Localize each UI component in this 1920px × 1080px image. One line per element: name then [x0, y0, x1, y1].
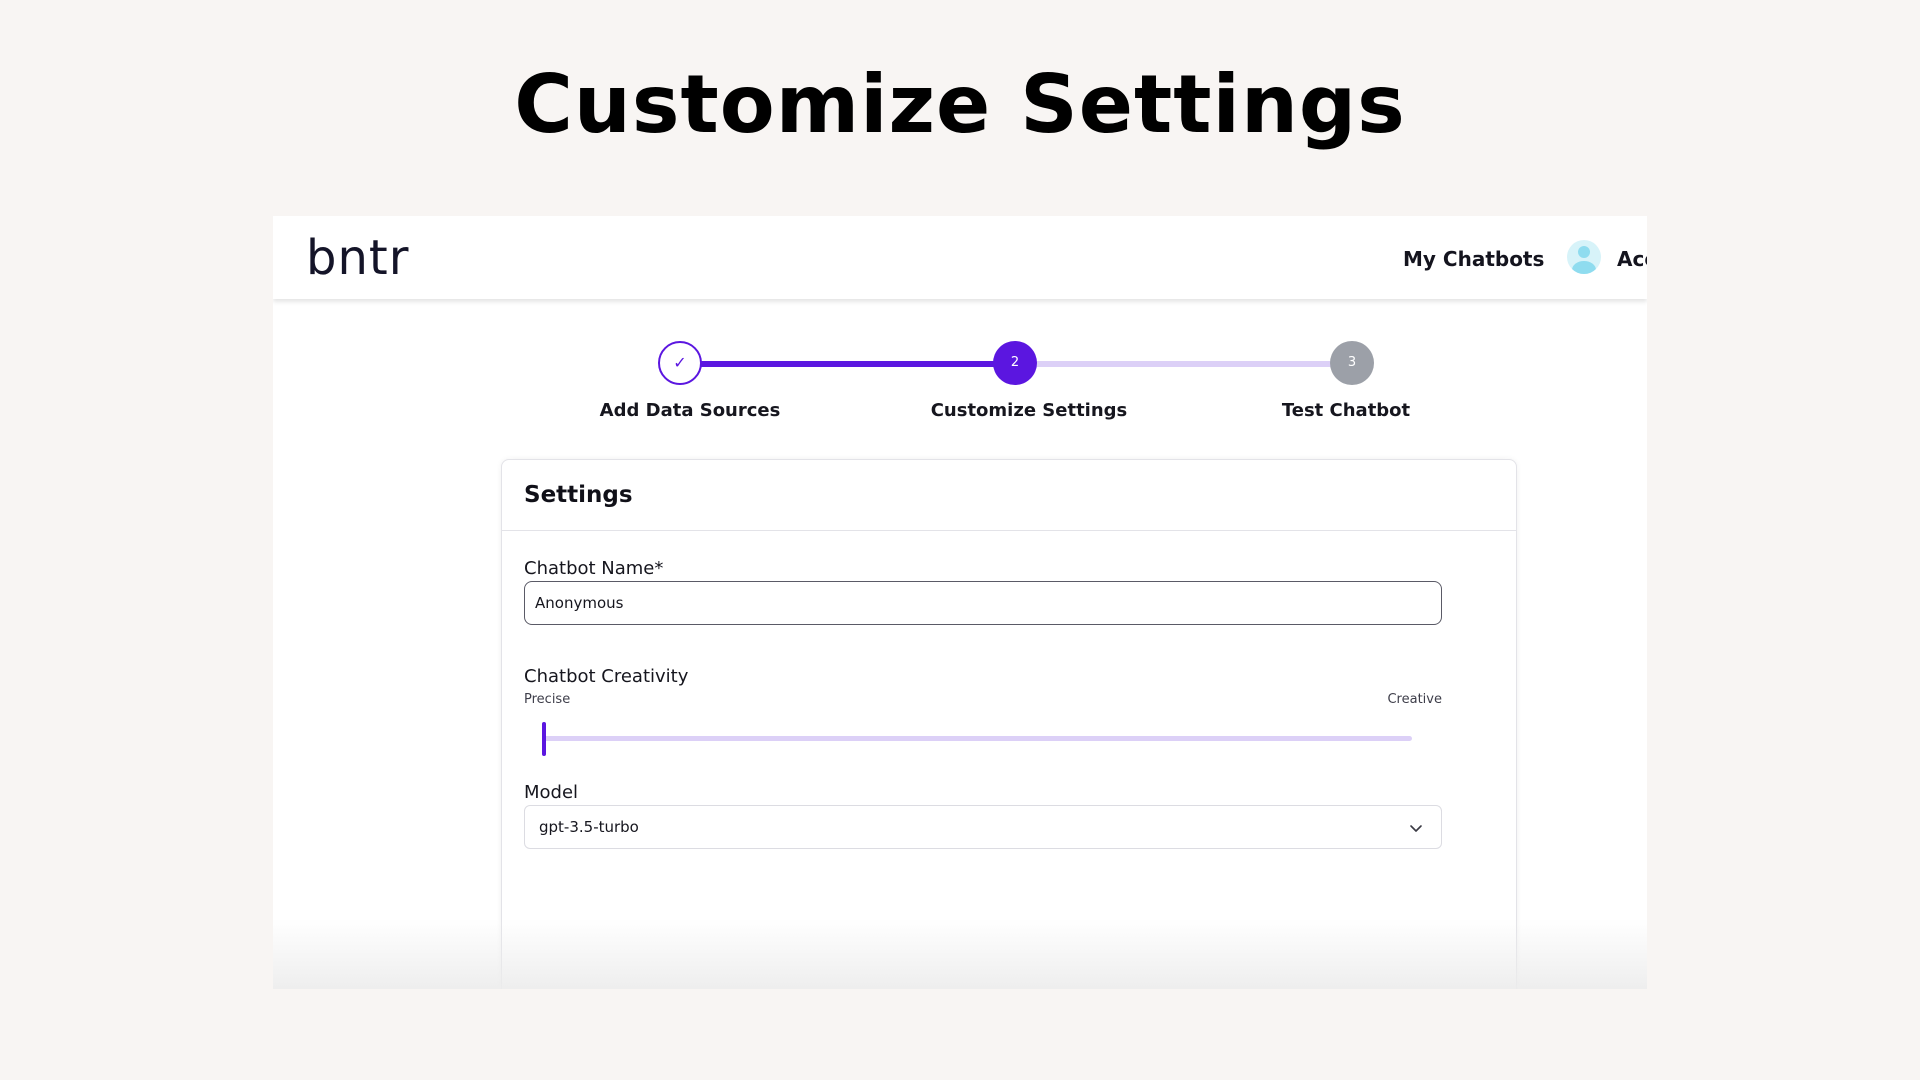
- creative-label: Creative: [1387, 692, 1442, 707]
- stepper: ✓ 2 3 Add Data Sources Customize Setting…: [273, 216, 1647, 436]
- settings-title: Settings: [524, 482, 633, 508]
- creativity-slider-track[interactable]: [542, 736, 1412, 741]
- model-label: Model: [524, 782, 579, 803]
- settings-card: Settings Chatbot Name* Chatbot Creativit…: [501, 459, 1517, 989]
- step-2-indicator[interactable]: 2: [993, 341, 1037, 385]
- chatbot-creativity-label: Chatbot Creativity: [524, 666, 689, 687]
- model-select[interactable]: gpt-3.5-turbo: [524, 805, 1442, 849]
- step-3-indicator[interactable]: 3: [1330, 341, 1374, 385]
- progress-line-upcoming: [1029, 361, 1369, 367]
- model-select-value: gpt-3.5-turbo: [539, 818, 639, 836]
- app-window: bntr My Chatbots Acc ✓ 2 3 Add Data Sour…: [273, 216, 1647, 989]
- chevron-down-icon: [1409, 820, 1423, 839]
- creativity-slider-thumb[interactable]: [542, 722, 546, 756]
- step-2-label: Customize Settings: [930, 400, 1128, 421]
- chatbot-name-label: Chatbot Name*: [524, 558, 664, 579]
- precise-label: Precise: [524, 692, 571, 707]
- slide-title: Customize Settings: [514, 58, 1406, 151]
- step-1-label: Add Data Sources: [599, 400, 781, 421]
- settings-card-header: Settings: [502, 460, 1516, 531]
- progress-line-complete: [701, 361, 1003, 367]
- step-3-label: Test Chatbot: [1281, 400, 1411, 421]
- step-1-check-icon[interactable]: ✓: [658, 341, 702, 385]
- chatbot-name-input[interactable]: [524, 581, 1442, 625]
